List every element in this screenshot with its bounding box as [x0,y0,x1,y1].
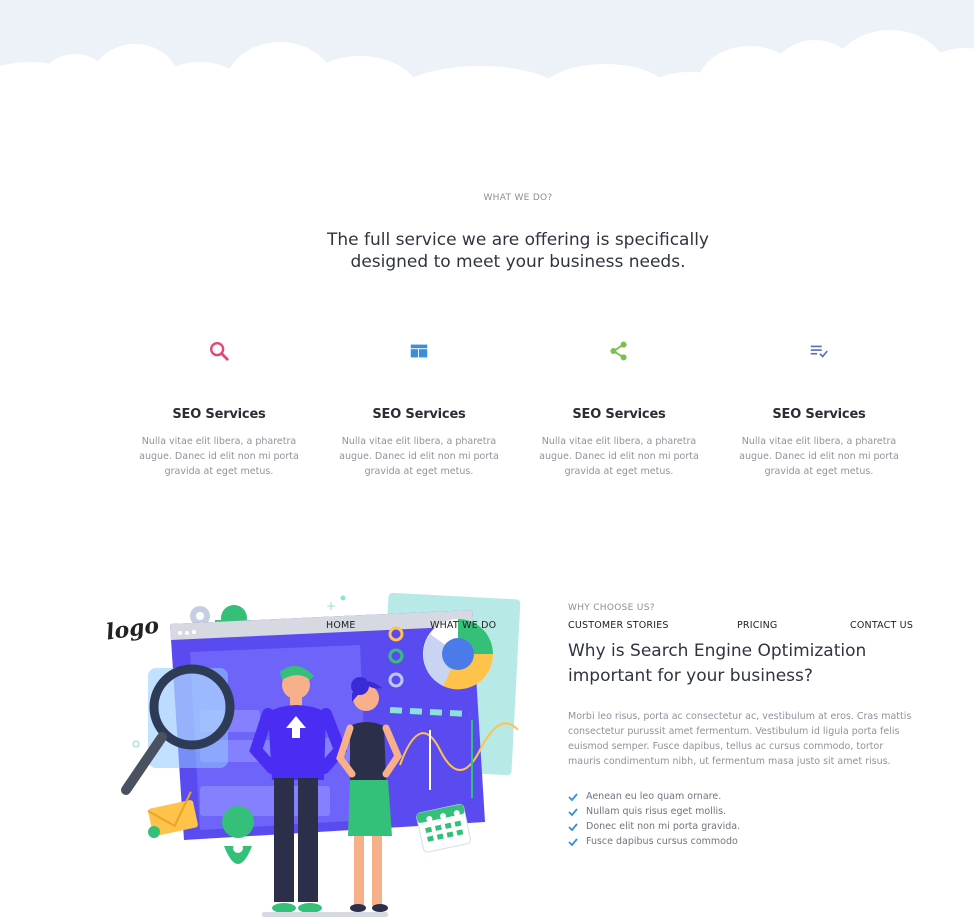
list-item-label: Fusce dapibus cursus commodo [586,836,738,847]
service-card-seo-1: SEO Services Nulla vitae elit libera, a … [134,340,304,479]
checklist-icon [810,345,828,358]
layout-icon [410,344,428,358]
what-we-do-title: The full service we are offering is spec… [300,229,736,273]
service-description: Nulla vitae elit libera, a pharetra augu… [539,436,699,477]
service-title: SEO Services [372,407,466,422]
why-choose-us-eyebrow: WHY CHOOSE US? [568,603,655,613]
check-icon [568,837,578,846]
service-card-seo-2: SEO Services Nulla vitae elit libera, a … [334,340,504,479]
service-description: Nulla vitae elit libera, a pharetra augu… [739,436,899,477]
list-item: Nullam quis risus eget mollis. [568,804,740,819]
list-item-label: Aenean eu leo quam ornare. [586,791,722,802]
what-we-do-title-line2: designed to meet your business needs. [350,252,686,272]
service-description: Nulla vitae elit libera, a pharetra augu… [339,436,499,477]
why-body-text: Morbi leo risus, porta ac consectetur ac… [568,711,912,767]
service-title: SEO Services [572,407,666,422]
list-item-label: Donec elit non mi porta gravida. [586,821,741,832]
list-item-label: Nullam quis risus eget mollis. [586,806,727,817]
nav-link-home[interactable]: HOME [326,620,356,631]
check-icon [568,822,578,831]
list-item: Aenean eu leo quam ornare. [568,789,740,804]
cloud-header-band [0,0,974,90]
service-title: SEO Services [772,407,866,422]
service-title: SEO Services [172,407,266,422]
nav-link-contact-us[interactable]: CONTACT US [850,620,913,631]
check-icon [568,807,578,816]
why-title-line1: Why is Search Engine Optimization [568,641,867,661]
why-title: Why is Search Engine Optimization import… [568,639,928,689]
service-card-seo-3: SEO Services Nulla vitae elit libera, a … [534,340,704,479]
benefits-list: Aenean eu leo quam ornare. Nullam quis r… [568,789,740,849]
list-item: Fusce dapibus cursus commodo [568,834,740,849]
check-icon [568,792,578,801]
service-description: Nulla vitae elit libera, a pharetra augu… [139,436,299,477]
service-card-seo-4: SEO Services Nulla vitae elit libera, a … [734,340,904,479]
share-icon [610,341,627,361]
nav-link-pricing[interactable]: PRICING [737,620,777,631]
search-icon [210,342,229,361]
why-title-line2: important for your business? [568,666,813,686]
nav-link-customer-stories[interactable]: CUSTOMER STORIES [568,620,669,631]
what-we-do-title-line1: The full service we are offering is spec… [327,230,709,250]
nav-link-what-we-do[interactable]: WHAT WE DO [430,620,496,631]
what-we-do-eyebrow: WHAT WE DO? [483,193,553,203]
seo-illustration: + [121,592,521,917]
list-item: Donec elit non mi porta gravida. [568,819,740,834]
svg-text:+: + [326,599,336,613]
